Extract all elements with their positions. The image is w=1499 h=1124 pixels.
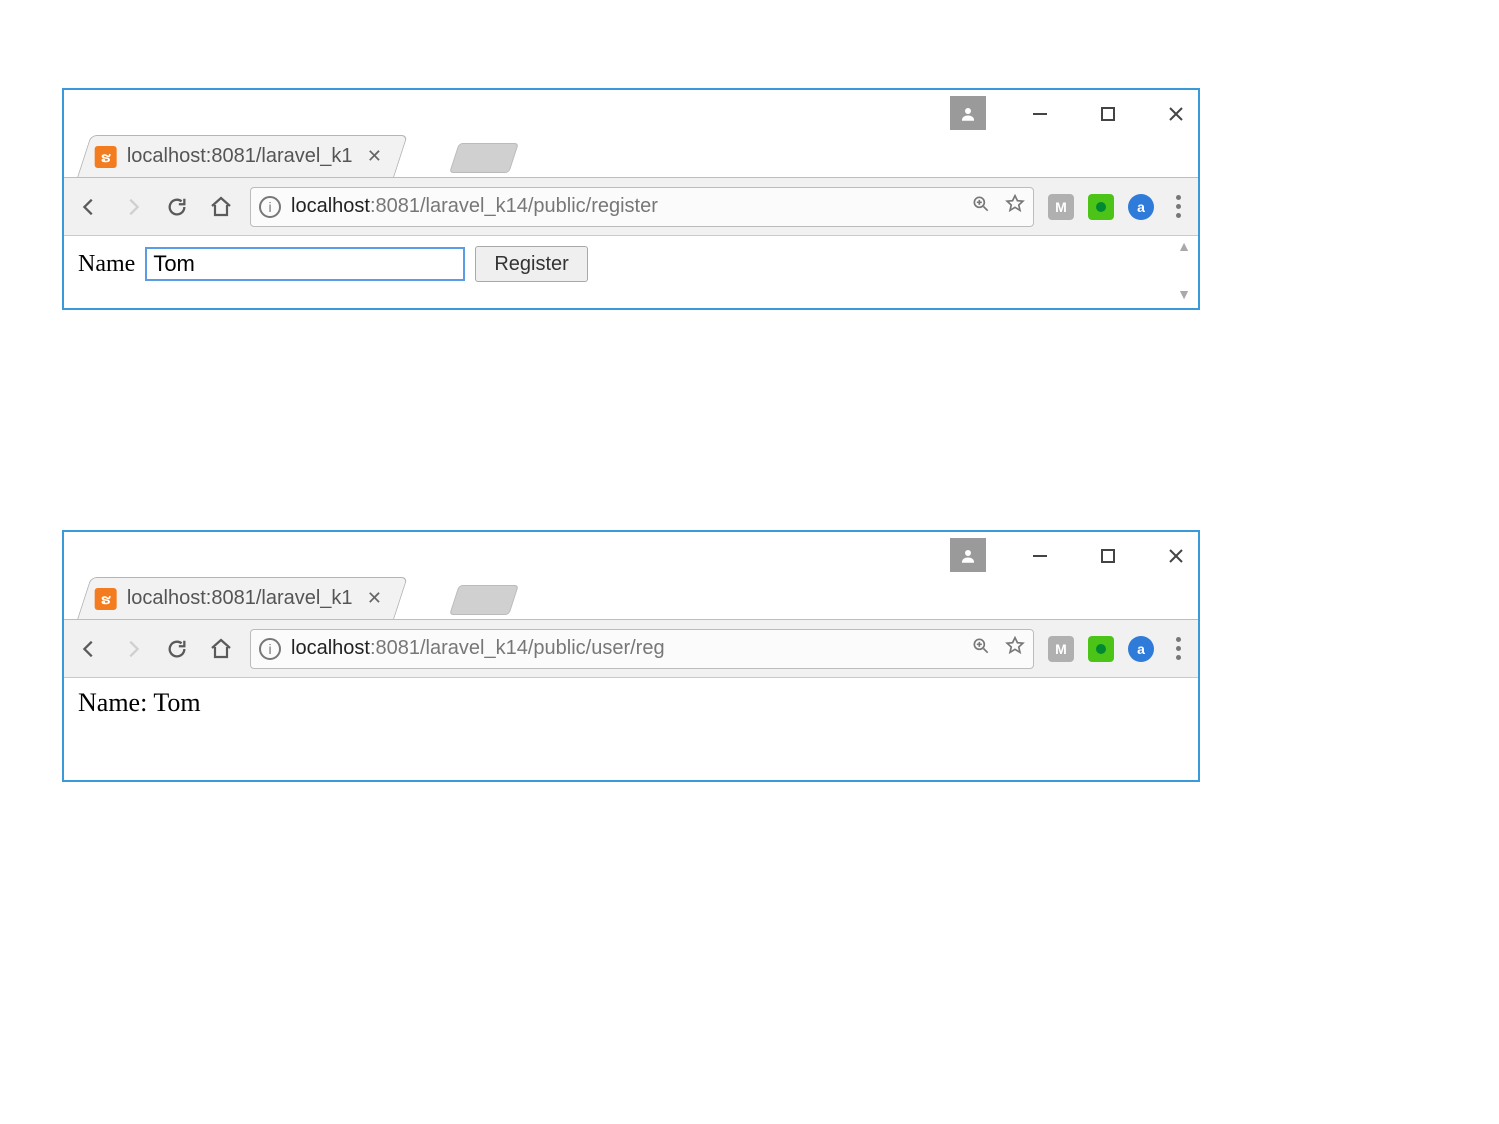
address-bar[interactable]: i localhost:8081/laravel_k14/public/user… <box>250 629 1034 669</box>
browser-window-2: ຮ localhost:8081/laravel_k1 ✕ i localhos… <box>62 530 1200 782</box>
tab-active[interactable]: ຮ localhost:8081/laravel_k1 ✕ <box>77 135 407 177</box>
close-button[interactable] <box>1162 542 1190 570</box>
register-button[interactable]: Register <box>475 246 587 282</box>
maximize-button[interactable] <box>1094 542 1122 570</box>
reload-button[interactable] <box>162 634 192 664</box>
browser-window-1: ຮ localhost:8081/laravel_k1 ✕ i localhos… <box>62 88 1200 310</box>
url-path: :8081/laravel_k14/public/register <box>370 195 658 217</box>
extension-a-icon[interactable]: a <box>1128 194 1154 220</box>
site-info-icon[interactable]: i <box>259 196 281 218</box>
new-tab-button[interactable] <box>449 143 519 173</box>
home-button[interactable] <box>206 192 236 222</box>
scroll-down-icon[interactable]: ▼ <box>1177 288 1191 304</box>
toolbar: i localhost:8081/laravel_k14/public/user… <box>64 620 1198 678</box>
scrollbar[interactable]: ▲ ▼ <box>1174 240 1194 304</box>
titlebar <box>64 532 1198 572</box>
page-content: Name: Tom <box>64 678 1198 780</box>
extension-m-icon[interactable]: M <box>1048 194 1074 220</box>
tab-active[interactable]: ຮ localhost:8081/laravel_k1 ✕ <box>77 577 407 619</box>
tab-strip: ຮ localhost:8081/laravel_k1 ✕ <box>64 572 1198 620</box>
url-path: :8081/laravel_k14/public/user/reg <box>370 637 665 659</box>
browser-menu-icon[interactable] <box>1168 195 1188 218</box>
register-form: Name Register <box>78 246 1184 282</box>
tab-close-icon[interactable]: ✕ <box>363 588 386 609</box>
browser-menu-icon[interactable] <box>1168 637 1188 660</box>
minimize-button[interactable] <box>1026 100 1054 128</box>
tab-title: localhost:8081/laravel_k1 <box>127 145 353 168</box>
forward-button[interactable] <box>118 634 148 664</box>
extension-q-icon[interactable] <box>1088 636 1114 662</box>
bookmark-star-icon[interactable] <box>1005 636 1025 662</box>
extension-q-icon[interactable] <box>1088 194 1114 220</box>
scroll-up-icon[interactable]: ▲ <box>1177 240 1191 256</box>
titlebar <box>64 90 1198 130</box>
maximize-button[interactable] <box>1094 100 1122 128</box>
reload-button[interactable] <box>162 192 192 222</box>
new-tab-button[interactable] <box>449 585 519 615</box>
window-controls <box>950 96 1190 132</box>
tab-close-icon[interactable]: ✕ <box>363 146 386 167</box>
tab-strip: ຮ localhost:8081/laravel_k1 ✕ <box>64 130 1198 178</box>
page-content: Name Register ▲ ▼ <box>64 236 1198 308</box>
profile-icon[interactable] <box>950 538 986 574</box>
name-input[interactable] <box>145 247 465 281</box>
close-button[interactable] <box>1162 100 1190 128</box>
zoom-icon[interactable] <box>971 636 991 662</box>
extension-a-icon[interactable]: a <box>1128 636 1154 662</box>
back-button[interactable] <box>74 634 104 664</box>
site-info-icon[interactable]: i <box>259 638 281 660</box>
name-label: Name <box>78 251 135 278</box>
url-host: localhost <box>291 195 370 217</box>
window-controls <box>950 538 1190 574</box>
result-text: Name: Tom <box>78 688 1184 718</box>
back-button[interactable] <box>74 192 104 222</box>
url-host: localhost <box>291 637 370 659</box>
minimize-button[interactable] <box>1026 542 1054 570</box>
address-bar[interactable]: i localhost:8081/laravel_k14/public/regi… <box>250 187 1034 227</box>
profile-icon[interactable] <box>950 96 986 132</box>
extension-m-icon[interactable]: M <box>1048 636 1074 662</box>
zoom-icon[interactable] <box>971 194 991 220</box>
forward-button[interactable] <box>118 192 148 222</box>
xampp-favicon-icon: ຮ <box>95 146 117 168</box>
tab-title: localhost:8081/laravel_k1 <box>127 587 353 610</box>
bookmark-star-icon[interactable] <box>1005 194 1025 220</box>
xampp-favicon-icon: ຮ <box>95 588 117 610</box>
home-button[interactable] <box>206 634 236 664</box>
toolbar: i localhost:8081/laravel_k14/public/regi… <box>64 178 1198 236</box>
